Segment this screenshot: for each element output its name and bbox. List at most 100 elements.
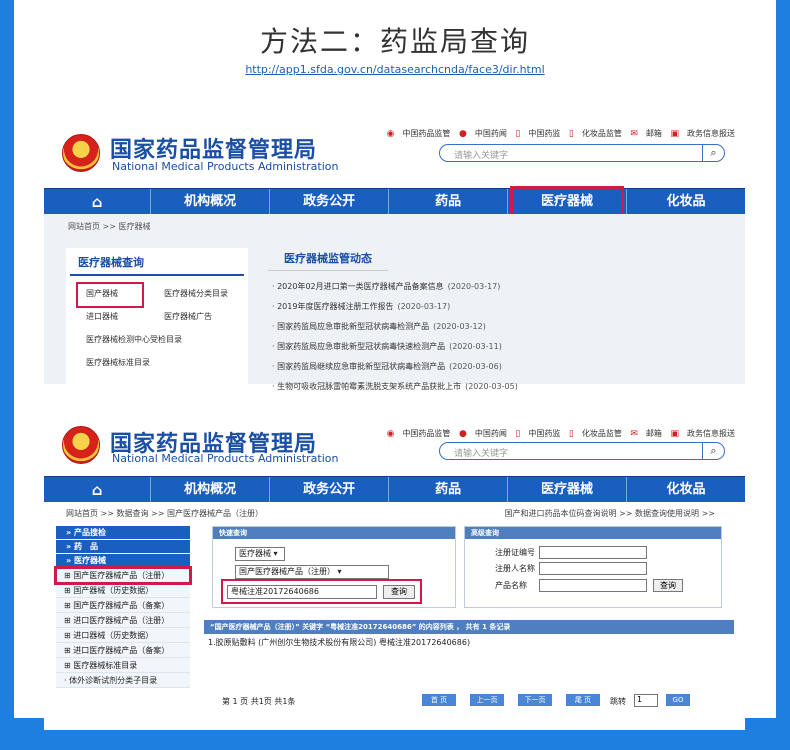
jump-input[interactable]: 1	[634, 694, 658, 707]
nav-item[interactable]: 机构概况	[151, 477, 271, 502]
breadcrumb: 网站首页 >> 数据查询 >> 国产医疗器械产品（注册） 国产和进口药品本位码查…	[44, 502, 745, 525]
news-icon: ●	[458, 429, 467, 439]
screenshot-1: 国家药品监督管理局 National Medical Products Admi…	[44, 118, 745, 391]
top-links: ◉ 中国药品监管 ● 中国药闻 ▯ 中国药监 ▯ 化妆品监管 ✉ 邮箱 ▣ 政务信息报送	[381, 428, 735, 439]
data-sidebar: » 产品搜检 » 药 品 » 医疗器械 ⊞ 国产医疗器械产品（注册） ⊞ 国产器…	[54, 526, 192, 688]
prev-page-button[interactable]: 上一页	[470, 694, 504, 706]
registrant-name-input[interactable]	[539, 562, 647, 575]
news-item[interactable]: · 国家药监局继续应急审批新型冠状病毒检测产品 (2020-03-06)	[268, 357, 738, 377]
query-link[interactable]: 医疗器械广告	[164, 311, 264, 322]
advanced-query-button[interactable]: 查询	[653, 579, 683, 592]
sidebar-item[interactable]: ⊞ 国产医疗器械产品（备案）	[56, 598, 190, 613]
advanced-search-caption: 高级查询	[465, 527, 721, 539]
search-placeholder: 请输入关键字	[454, 449, 509, 459]
top-link[interactable]: 化妆品监管	[582, 129, 622, 138]
logo-en: National Medical Products Administration	[112, 160, 339, 173]
field-label: 产品名称	[495, 581, 527, 590]
sidebar-heading[interactable]: » 医疗器械	[56, 554, 190, 568]
query-link-domestic[interactable]: 国产器械	[76, 282, 164, 308]
jump-label: 跳转	[610, 697, 626, 706]
category-select[interactable]: 医疗器械 ▾	[235, 547, 285, 561]
query-title: 医疗器械查询	[70, 248, 244, 276]
query-link[interactable]: 医疗器械分类目录	[164, 288, 264, 299]
sidebar-item[interactable]: ⊞ 进口器械（历史数据）	[56, 628, 190, 643]
quick-search-panel: 快速查询 医疗器械 ▾ 国产医疗器械产品（注册） ▾ 粤械注准201726406…	[212, 526, 456, 608]
news-panel: 医疗器械监管动态 · 2020年02月进口第一类医疗器械产品备案信息 (2020-…	[268, 246, 738, 397]
mail-icon: ✉	[630, 429, 638, 439]
top-link[interactable]: 中国药监	[528, 429, 560, 438]
sidebar-heading[interactable]: » 药 品	[56, 540, 190, 554]
database-select[interactable]: 国产医疗器械产品（注册） ▾	[235, 565, 389, 579]
search-input[interactable]: 请输入关键字 ⌕	[439, 442, 725, 460]
phone-icon: ▯	[568, 429, 574, 439]
search-icon[interactable]: ⌕	[702, 442, 724, 460]
go-button[interactable]: GO	[666, 694, 690, 706]
nav-item[interactable]: 药品	[389, 477, 509, 502]
help-links[interactable]: 国产和进口药品本位码查询说明 >> 数据查询使用说明 >>	[505, 508, 715, 519]
top-link[interactable]: 中国药品监管	[402, 429, 450, 438]
sidebar-heading[interactable]: » 产品搜检	[56, 526, 190, 540]
main-nav: ⌂ 机构概况 政务公开 药品 医疗器械 化妆品	[44, 186, 745, 217]
nav-item[interactable]: 政务公开	[270, 477, 390, 502]
news-item[interactable]: · 2019年度医疗器械注册工作报告 (2020-03-17)	[268, 297, 738, 317]
news-item[interactable]: · 国家药监局应急审批新型冠状病毒检测产品 (2020-03-12)	[268, 317, 738, 337]
site-header: 国家药品监督管理局 National Medical Products Admi…	[44, 118, 745, 188]
top-link[interactable]: 中国药闻	[475, 429, 507, 438]
search-input[interactable]: 请输入关键字 ⌕	[439, 144, 725, 162]
query-link[interactable]: 医疗器械检测中心受检目录	[86, 334, 264, 345]
highlight-box	[221, 579, 422, 604]
news-title: 医疗器械监管动态	[268, 246, 388, 271]
home-icon[interactable]: ⌂	[44, 189, 152, 214]
product-name-input[interactable]	[539, 579, 647, 592]
nav-item[interactable]: 医疗器械	[508, 477, 628, 502]
top-links: ◉ 中国药品监管 ● 中国药闻 ▯ 中国药监 ▯ 化妆品监管 ✉ 邮箱 ▣ 政务信息报送	[381, 128, 735, 139]
home-icon[interactable]: ⌂	[44, 477, 152, 502]
top-link[interactable]: 中国药闻	[475, 129, 507, 138]
top-link[interactable]: 政务信息报送	[687, 129, 735, 138]
nav-item[interactable]: 机构概况	[151, 189, 271, 214]
first-page-button[interactable]: 首 页	[422, 694, 456, 706]
top-link[interactable]: 邮箱	[646, 429, 662, 438]
registration-number-input[interactable]	[539, 546, 647, 559]
sidebar-item[interactable]: ⊞ 进口医疗器械产品（备案）	[56, 643, 190, 658]
advanced-search-panel: 高级查询 注册证编号 注册人名称 产品名称 查询	[464, 526, 722, 608]
query-link[interactable]: 医疗器械标准目录	[86, 357, 264, 368]
nav-item-medical-devices[interactable]: 医疗器械	[508, 186, 628, 217]
sidebar-item[interactable]: ⊞ 医疗器械标准目录	[56, 658, 190, 673]
phone-icon: ▯	[515, 429, 521, 439]
query-link[interactable]: 进口器械	[86, 311, 164, 322]
search-placeholder: 请输入关键字	[454, 151, 509, 161]
top-link[interactable]: 中国药品监管	[402, 129, 450, 138]
nav-item[interactable]: 政务公开	[270, 189, 390, 214]
breadcrumb[interactable]: 网站首页 >> 医疗器械	[44, 214, 745, 239]
source-url[interactable]: http://app1.sfda.gov.cn/datasearchcnda/f…	[14, 63, 776, 76]
news-item[interactable]: · 2020年02月进口第一类医疗器械产品备案信息 (2020-03-17)	[268, 277, 738, 297]
breadcrumb-path[interactable]: 网站首页 >> 数据查询 >> 国产医疗器械产品（注册）	[66, 509, 263, 518]
nav-item[interactable]: 药品	[389, 189, 509, 214]
report-icon: ▣	[670, 429, 679, 439]
nav-item[interactable]: 化妆品	[627, 477, 745, 502]
next-page-button[interactable]: 下一页	[518, 694, 552, 706]
search-icon[interactable]: ⌕	[702, 144, 724, 162]
sidebar-item[interactable]: ⊞ 进口医疗器械产品（注册）	[56, 613, 190, 628]
top-link[interactable]: 化妆品监管	[582, 429, 622, 438]
news-item[interactable]: · 国家药监局应急审批新型冠状病毒快速检测产品 (2020-03-11)	[268, 337, 738, 357]
sidebar-item-domestic-registration[interactable]: ⊞ 国产医疗器械产品（注册）	[54, 566, 192, 585]
last-page-button[interactable]: 尾 页	[566, 694, 600, 706]
content-area: 网站首页 >> 医疗器械 医疗器械查询 国产器械 医疗器械分类目录 进口器械 医…	[44, 214, 745, 391]
top-link[interactable]: 中国药监	[528, 129, 560, 138]
nav-item[interactable]: 化妆品	[627, 189, 745, 214]
main-nav: ⌂ 机构概况 政务公开 药品 医疗器械 化妆品	[44, 476, 745, 502]
news-item[interactable]: · 生物可吸收冠脉雷帕霉素洗脱支架系统产品获批上市 (2020-03-05)	[268, 377, 738, 397]
logo-en: National Medical Products Administration	[112, 452, 339, 465]
weibo-icon: ◉	[386, 129, 395, 139]
sidebar-item[interactable]: · 体外诊断试剂分类子目录	[56, 673, 190, 688]
top-link[interactable]: 邮箱	[646, 129, 662, 138]
result-row[interactable]: 1.胶原贴敷料 (广州创尔生物技术股份有限公司) 粤械注准20172640686…	[208, 637, 470, 648]
top-link[interactable]: 政务信息报送	[687, 429, 735, 438]
content-area: 网站首页 >> 数据查询 >> 国产医疗器械产品（注册） 国产和进口药品本位码查…	[44, 502, 745, 730]
highlight-box	[510, 186, 625, 217]
pager-text: 第 1 页 共1页 共1条	[222, 697, 296, 706]
sidebar-item[interactable]: ⊞ 国产器械（历史数据）	[56, 583, 190, 598]
page-title: 方法二：药监局查询	[259, 25, 530, 58]
